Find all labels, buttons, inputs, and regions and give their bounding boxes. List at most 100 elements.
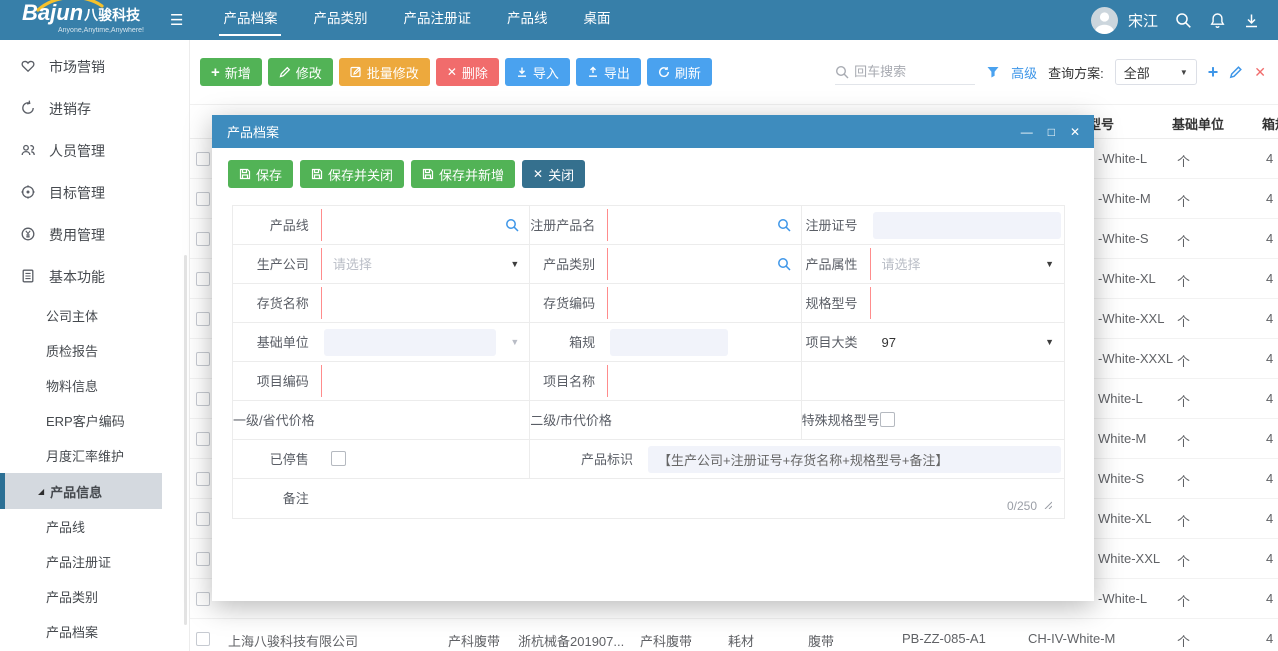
field-label: 存货名称 [233,284,321,322]
search-icon[interactable] [505,218,519,235]
add-scheme-icon[interactable]: + [1208,63,1219,81]
user-name[interactable]: 宋江 [1128,10,1158,31]
sidebar-item-product-archive[interactable]: 产品档案 [0,614,189,649]
sidebar-item-monthly-rate[interactable]: 月度汇率维护 [0,438,189,473]
tier1-price-field[interactable] [321,401,530,439]
logo-text-en: Bajun [22,0,83,25]
row-checkbox[interactable] [196,552,210,566]
special-spec-checkbox[interactable] [880,412,895,427]
close-button[interactable]: ✕关闭 [522,160,585,188]
nav-tab-product-cert[interactable]: 产品注册证 [385,0,489,40]
batch-edit-button[interactable]: 批量修改 [339,58,430,86]
sidebar-item-erp-customer-code[interactable]: ERP客户编码 [0,403,189,438]
add-button[interactable]: +新增 [200,58,262,86]
manufacturer-select[interactable]: 请选择 ▼ [321,245,530,283]
brand-logo[interactable]: Bajun八骏科技 Anyone,Anytime,Anywhere! [22,0,160,40]
filter-icon[interactable] [986,65,1000,79]
delete-scheme-icon[interactable]: ✕ [1254,64,1266,81]
search-icon[interactable] [777,218,791,235]
reg-product-name-field[interactable] [607,206,801,244]
cell-unit: 个 [1177,551,1190,570]
close-icon[interactable]: ✕ [1070,125,1080,139]
form-row: 项目编码 项目名称 [233,362,1064,401]
maximize-icon[interactable]: □ [1048,125,1055,139]
bell-icon[interactable] [1209,12,1226,29]
chevron-down-icon[interactable]: ▼ [1045,245,1054,284]
tier2-price-field[interactable] [607,401,801,439]
nav-tab-desktop[interactable]: 桌面 [565,0,628,40]
search-icon[interactable] [777,257,791,274]
dialog-titlebar[interactable]: 产品档案 — □ ✕ [212,115,1094,148]
row-checkbox[interactable] [196,272,210,286]
delete-button[interactable]: ✕删除 [436,58,499,86]
search-input[interactable] [854,64,966,79]
sidebar-item-expenses[interactable]: 费用管理 [0,214,189,256]
search-icon[interactable] [1175,12,1192,29]
row-checkbox[interactable] [196,192,210,206]
stock-name-field[interactable] [321,284,530,322]
table-row[interactable]: 上海八骏科技有限公司 产科腹带 浙杭械备201907... 产科腹带 耗材 腹带… [190,619,1278,651]
row-checkbox[interactable] [196,392,210,406]
select-value: 97 [882,323,896,362]
sidebar-item-product-category[interactable]: 产品类别 [0,579,189,614]
nav-tab-product-archive[interactable]: 产品档案 [205,0,295,40]
row-checkbox[interactable] [196,352,210,366]
sidebar-item-marketing[interactable]: 市场营销 [0,46,189,88]
project-name-field[interactable] [607,362,802,400]
column-header-box[interactable]: 箱规 [1262,114,1278,133]
save-and-close-button[interactable]: 保存并关闭 [300,160,404,188]
row-checkbox[interactable] [196,312,210,326]
cell-box: 4 [1266,391,1273,406]
row-checkbox[interactable] [196,512,210,526]
product-attr-select[interactable]: 请选择 ▼ [870,245,1065,283]
advanced-link[interactable]: 高级 [1011,63,1037,82]
scheme-select[interactable]: 全部 ▼ [1115,59,1197,85]
project-code-field[interactable] [321,362,530,400]
row-checkbox[interactable] [196,232,210,246]
row-checkbox[interactable] [196,592,210,606]
row-checkbox[interactable] [196,472,210,486]
discontinued-checkbox[interactable] [331,451,346,466]
row-checkbox[interactable] [196,152,210,166]
sidebar-item-inventory[interactable]: 进销存 [0,88,189,130]
download-icon[interactable] [1243,12,1260,29]
sidebar-item-label: 进销存 [49,99,91,119]
search-box[interactable] [835,59,975,85]
edit-scheme-icon[interactable] [1229,65,1243,79]
sidebar-item-product-line[interactable]: 产品线 [0,509,189,544]
nav-tab-product-line[interactable]: 产品线 [489,0,566,40]
sidebar-scrollbar[interactable] [184,255,187,625]
nav-tab-product-category[interactable]: 产品类别 [295,0,385,40]
edit-button[interactable]: 修改 [268,58,333,86]
refresh-button[interactable]: 刷新 [647,58,712,86]
save-and-new-button[interactable]: 保存并新增 [411,160,515,188]
resize-handle-icon[interactable] [1043,497,1052,512]
project-class-select[interactable]: 97 ▼ [870,323,1065,361]
product-category-field[interactable] [607,245,802,283]
sidebar-item-product-cert[interactable]: 产品注册证 [0,544,189,579]
sidebar-item-product-info[interactable]: ◢ 产品信息 [0,473,162,509]
remark-textarea[interactable]: 0/250 [321,479,1064,518]
user-avatar[interactable] [1091,7,1118,34]
stock-code-field[interactable] [607,284,802,322]
column-header-unit[interactable]: 基础单位 [1172,114,1224,133]
spec-model-field[interactable] [870,284,1065,322]
sidebar-item-company-entity[interactable]: 公司主体 [0,298,189,333]
export-button[interactable]: 导出 [576,58,641,86]
row-checkbox[interactable] [196,432,210,446]
chevron-down-icon[interactable]: ▼ [510,245,519,284]
sidebar-item-material-info[interactable]: 物料信息 [0,368,189,403]
row-checkbox[interactable] [196,632,210,646]
save-button[interactable]: 保存 [228,160,293,188]
sidebar-item-targets[interactable]: 目标管理 [0,172,189,214]
box-spec-field [607,323,802,361]
import-button[interactable]: 导入 [505,58,570,86]
sidebar-item-qc-report[interactable]: 质检报告 [0,333,189,368]
menu-toggle-icon[interactable]: ☰ [170,11,183,29]
chevron-down-icon[interactable]: ▼ [1045,323,1054,362]
product-line-field[interactable] [321,206,530,244]
sidebar-item-basic-functions[interactable]: 基本功能 [0,256,189,298]
minimize-icon[interactable]: — [1021,125,1033,139]
sidebar-item-personnel[interactable]: 人员管理 [0,130,189,172]
cell-unit: 个 [1177,471,1190,490]
